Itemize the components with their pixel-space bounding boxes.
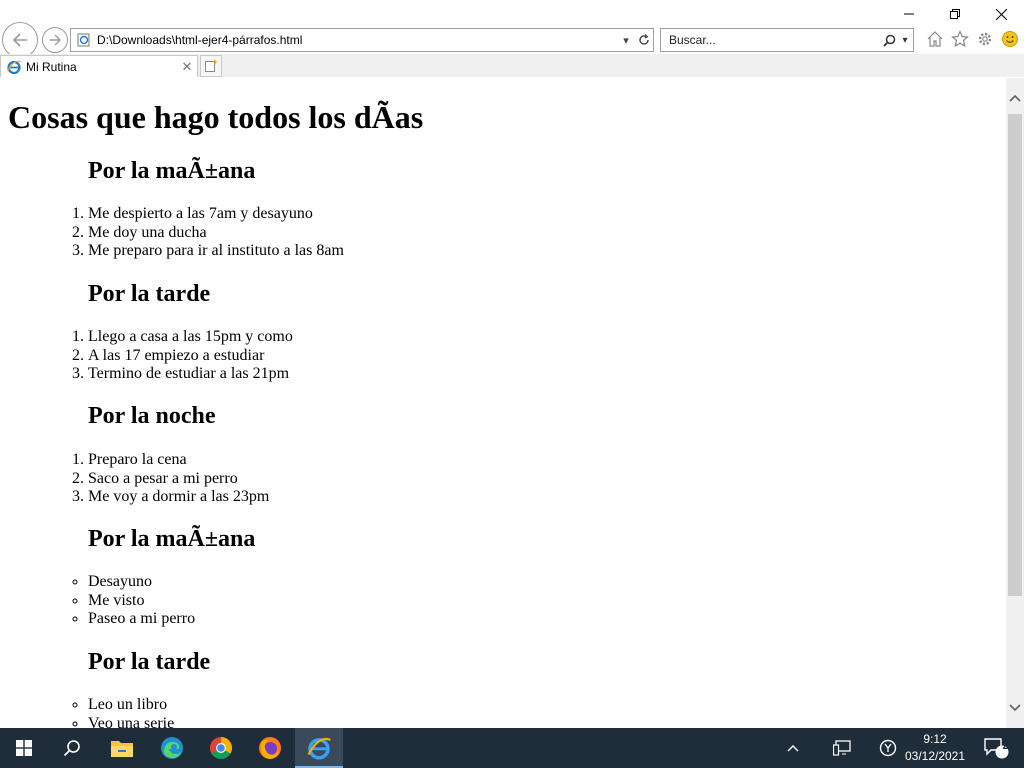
list-item: Veo una serie: [88, 715, 174, 729]
section-heading: Por la tarde: [88, 649, 211, 675]
close-button[interactable]: [978, 0, 1024, 28]
arrow-right-icon: [50, 34, 61, 46]
edge-icon: [161, 737, 183, 759]
arrow-left-icon: [12, 33, 27, 47]
chrome-button[interactable]: [197, 728, 245, 768]
windows-logo-icon: [16, 740, 32, 756]
section-heading: Por la noche: [88, 403, 216, 429]
scroll-down-icon[interactable]: [1006, 700, 1024, 716]
address-bar[interactable]: D:\Downloads\html-ejer4-párrafos.html ▾: [70, 28, 654, 52]
tab-bar: Mi Rutina ✕: [0, 54, 1024, 77]
start-button[interactable]: [0, 728, 48, 768]
gear-icon[interactable]: [974, 28, 996, 50]
list-item: Me despierto a las 7am y desayuno: [88, 205, 344, 224]
list-item: Me preparo para ir al instituto a las 8a…: [88, 242, 344, 261]
internet-explorer-icon: [6, 60, 22, 74]
internet-explorer-button[interactable]: [295, 728, 343, 768]
show-hidden-icons-button[interactable]: [782, 728, 804, 768]
tab-mi-rutina[interactable]: Mi Rutina ✕: [0, 55, 198, 77]
list-item: Me voy a dormir a las 23pm: [88, 488, 269, 507]
search-dropdown-icon[interactable]: ▾: [897, 30, 913, 50]
unordered-list: Leo un libro Veo una serie: [88, 696, 174, 728]
taskbar: 9:12 03/12/2021 2: [0, 728, 1024, 768]
taskbar-search-button[interactable]: [48, 728, 96, 768]
section-heading: Por la tarde: [88, 281, 211, 307]
ordered-list: Llego a casa a las 15pm y como A las 17 …: [88, 328, 293, 384]
ordered-list: Me despierto a las 7am y desayuno Me doy…: [88, 205, 344, 261]
minimize-icon: [904, 13, 914, 15]
window-controls: [886, 0, 1024, 28]
address-url[interactable]: D:\Downloads\html-ejer4-párrafos.html: [97, 33, 617, 47]
minimize-button[interactable]: [886, 0, 932, 28]
new-tab-icon: [205, 59, 218, 72]
page-title: Cosas que hago todos los dÃas: [8, 99, 424, 135]
search-icon: [63, 740, 80, 757]
section-heading: Por la maÃ±ana: [88, 526, 256, 552]
firefox-button[interactable]: [246, 728, 294, 768]
close-icon: [995, 8, 1007, 20]
clock-status-icon: [879, 739, 897, 757]
file-explorer-button[interactable]: [98, 728, 146, 768]
browser-chrome: D:\Downloads\html-ejer4-párrafos.html ▾ …: [0, 0, 1024, 78]
scroll-up-icon[interactable]: [1006, 90, 1024, 106]
list-item: Termino de estudiar a las 21pm: [88, 365, 293, 384]
clock-time: 9:12: [923, 732, 947, 746]
page-icon: [77, 33, 90, 47]
new-tab-button[interactable]: [200, 55, 222, 77]
toolbar-icons: [924, 28, 1021, 50]
restore-button[interactable]: [932, 0, 978, 28]
chevron-up-icon: [787, 745, 799, 752]
network-button[interactable]: [830, 728, 854, 768]
list-item: Desayuno: [88, 573, 195, 592]
file-explorer-icon: [111, 741, 133, 757]
firefox-icon: [259, 737, 281, 759]
back-button[interactable]: [2, 22, 38, 58]
status-tray-button[interactable]: [876, 728, 900, 768]
home-icon[interactable]: [924, 28, 946, 50]
restore-icon: [950, 9, 960, 19]
internet-explorer-icon: [307, 737, 331, 760]
search-input[interactable]: [667, 32, 881, 48]
unordered-list: Desayuno Me visto Paseo a mi perro: [88, 573, 195, 629]
section-heading: Por la maÃ±ana: [88, 158, 256, 184]
address-dropdown-icon[interactable]: ▾: [617, 30, 635, 50]
notification-count-badge: 2: [1002, 740, 1009, 752]
chrome-icon: [210, 737, 232, 759]
list-item: Me visto: [88, 592, 195, 611]
clock-date: 03/12/2021: [904, 749, 966, 763]
refresh-icon[interactable]: [635, 30, 653, 50]
ordered-list: Preparo la cena Saco a pesar a mi perro …: [88, 451, 269, 507]
search-icon[interactable]: [881, 30, 897, 50]
page-viewport: Cosas que hago todos los dÃas Por la maÃ…: [0, 78, 1006, 728]
list-item: Saco a pesar a mi perro: [88, 470, 269, 489]
scrollbar-thumb[interactable]: [1008, 114, 1022, 596]
tab-close-icon[interactable]: ✕: [179, 59, 195, 75]
network-icon: [833, 740, 851, 756]
list-item: Llego a casa a las 15pm y como: [88, 328, 293, 347]
list-item: Paseo a mi perro: [88, 610, 195, 629]
smiley-feedback-icon[interactable]: [999, 28, 1021, 50]
list-item: Me doy una ducha: [88, 224, 344, 243]
list-item: Preparo la cena: [88, 451, 269, 470]
list-item: Leo un libro: [88, 696, 174, 715]
taskbar-clock[interactable]: 9:12 03/12/2021: [900, 731, 970, 765]
search-box[interactable]: ▾: [660, 28, 914, 52]
tab-title: Mi Rutina: [26, 59, 77, 74]
forward-button[interactable]: [42, 27, 68, 53]
vertical-scrollbar[interactable]: [1006, 78, 1024, 728]
list-item: A las 17 empiezo a estudiar: [88, 347, 293, 366]
favorites-star-icon[interactable]: [949, 28, 971, 50]
action-center-button[interactable]: 2: [978, 728, 1014, 768]
edge-button[interactable]: [148, 728, 196, 768]
